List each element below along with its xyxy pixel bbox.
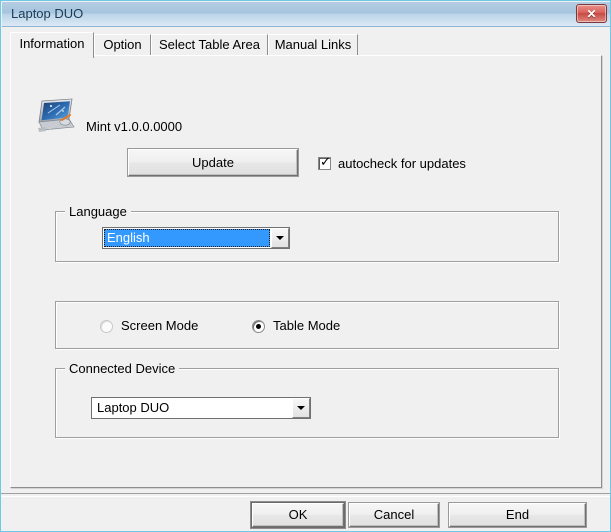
close-button[interactable]: ✕ bbox=[576, 4, 607, 23]
window-title: Laptop DUO bbox=[11, 6, 84, 21]
check-icon: ✓ bbox=[320, 154, 331, 169]
mode-group: Screen Mode Table Mode bbox=[55, 301, 559, 349]
radio-screen-mode-dot[interactable] bbox=[100, 320, 113, 333]
chevron-down-icon[interactable] bbox=[271, 228, 289, 248]
radio-table-mode-label: Table Mode bbox=[273, 318, 341, 333]
title-bar[interactable]: Laptop DUO ✕ bbox=[2, 2, 610, 27]
radio-table-mode-dot[interactable] bbox=[252, 320, 265, 333]
footer-divider bbox=[1, 493, 610, 497]
tab-panel-information: Mint v1.0.0.0000 Update ✓ autocheck for u… bbox=[10, 55, 602, 488]
laptop-monitor-icon bbox=[38, 98, 75, 132]
radio-screen-mode-label: Screen Mode bbox=[121, 318, 199, 333]
tab-option[interactable]: Option bbox=[94, 34, 151, 56]
autocheck-label: autocheck for updates bbox=[338, 156, 466, 171]
tab-manual-links[interactable]: Manual Links bbox=[268, 34, 358, 56]
connected-device-group: Connected Device Laptop DUO bbox=[55, 361, 559, 438]
tab-information[interactable]: Information bbox=[10, 32, 94, 58]
tab-select-table-area[interactable]: Select Table Area bbox=[151, 34, 268, 56]
ok-button[interactable]: OK bbox=[252, 503, 344, 527]
connected-device-selected-value: Laptop DUO bbox=[97, 400, 170, 415]
end-button[interactable]: End bbox=[449, 503, 586, 527]
chevron-down-icon[interactable] bbox=[292, 398, 310, 418]
dialog-window: Laptop DUO ✕ Information Option Select T… bbox=[0, 0, 611, 532]
close-icon: ✕ bbox=[586, 7, 597, 21]
radio-screen-mode[interactable]: Screen Mode bbox=[100, 318, 198, 334]
language-selected-value: English bbox=[107, 230, 150, 245]
connected-device-group-title: Connected Device bbox=[65, 361, 180, 376]
version-label: Mint v1.0.0.0000 bbox=[86, 119, 183, 134]
radio-selected-indicator bbox=[256, 324, 261, 329]
language-group: Language English bbox=[55, 204, 559, 262]
language-combobox[interactable]: English bbox=[102, 227, 290, 249]
update-button[interactable]: Update bbox=[128, 149, 298, 176]
language-group-title: Language bbox=[65, 204, 131, 219]
radio-table-mode[interactable]: Table Mode bbox=[252, 318, 340, 334]
autocheck-for-updates-checkbox[interactable]: ✓ autocheck for updates bbox=[318, 154, 466, 172]
checkbox-box[interactable]: ✓ bbox=[318, 154, 331, 170]
connected-device-combobox[interactable]: Laptop DUO bbox=[91, 397, 311, 419]
cancel-button[interactable]: Cancel bbox=[349, 503, 439, 527]
